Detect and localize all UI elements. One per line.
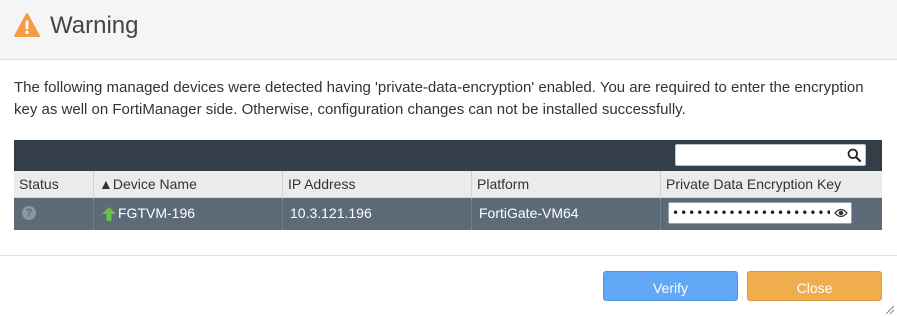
grid-header: Status ▲Device Name IP Address Platform …	[14, 171, 882, 198]
question-icon: ?	[22, 206, 36, 220]
encryption-key-input[interactable]	[672, 205, 830, 221]
column-header-ip-address[interactable]: IP Address	[283, 171, 472, 197]
column-header-encryption-key[interactable]: Private Data Encryption Key	[661, 171, 882, 197]
dialog-title: Warning	[50, 12, 139, 39]
warning-message: The following managed devices were detec…	[14, 79, 864, 118]
column-header-device-name[interactable]: ▲Device Name	[94, 171, 283, 197]
arrow-up-icon	[102, 207, 116, 221]
close-button[interactable]: Close	[747, 271, 882, 301]
column-header-platform[interactable]: Platform	[472, 171, 661, 197]
warning-icon	[14, 13, 40, 37]
column-header-status[interactable]: Status	[14, 171, 94, 197]
search-input[interactable]	[680, 146, 840, 164]
platform-cell: FortiGate-VM64	[472, 198, 661, 230]
status-cell: ?	[14, 198, 94, 230]
footer-divider	[0, 255, 897, 256]
table-row[interactable]: ? FGTVM-196 10.3.121.196 FortiGate-VM64	[14, 198, 882, 230]
ip-address-cell: 10.3.121.196	[283, 198, 472, 230]
verify-button[interactable]: Verify	[603, 271, 738, 301]
device-grid: Status ▲Device Name IP Address Platform …	[14, 140, 882, 230]
encryption-key-field[interactable]	[668, 202, 852, 224]
device-name: FGTVM-196	[118, 205, 196, 221]
device-name-cell: FGTVM-196	[94, 198, 283, 230]
dialog-header: Warning	[0, 0, 897, 60]
grid-toolbar	[14, 140, 882, 171]
search-icon[interactable]	[847, 148, 861, 162]
eye-icon[interactable]	[834, 207, 848, 219]
grid-search-box[interactable]	[675, 144, 866, 166]
resize-handle-icon[interactable]	[884, 304, 894, 314]
